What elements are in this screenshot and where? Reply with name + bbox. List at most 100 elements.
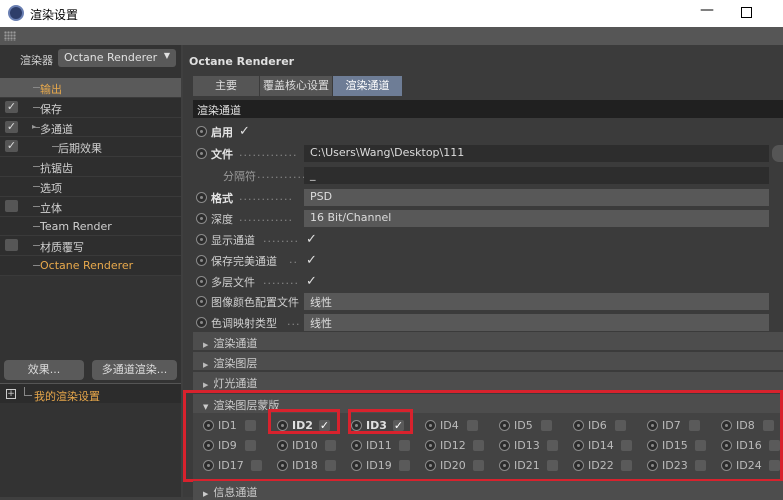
expand-icon[interactable]: ▸ — [32, 122, 36, 131]
file-row: 文件 ............. C:\Users\Wang\Desktop\1… — [193, 143, 783, 163]
group-render-layers[interactable]: ▶ 渲染图层 — [193, 352, 783, 371]
color-profile-select[interactable]: 线性 — [304, 293, 769, 310]
depth-select[interactable]: 16 Bit/Channel — [304, 210, 769, 227]
grip-dots-icon — [4, 31, 16, 41]
minimize-button[interactable]: — — [697, 2, 717, 22]
tree-item[interactable]: 材质覆写 — [0, 236, 181, 257]
toolbar-grip[interactable] — [0, 27, 783, 45]
animate-radio[interactable] — [196, 296, 207, 307]
chevron-down-icon: ▼ — [163, 51, 170, 60]
panel-title: Octane Renderer — [189, 55, 295, 68]
animate-radio[interactable] — [196, 148, 207, 159]
format-row: 格式 ............ PSD — [193, 187, 783, 207]
tree-item[interactable]: ✓ 后期效果 — [0, 137, 181, 158]
separator-row: 分隔符 ........... _ — [193, 165, 783, 185]
tree-item-label: 保存 — [40, 102, 62, 116]
multilayer-checkbox[interactable]: ✓ — [306, 274, 317, 289]
highlight-box-section — [183, 390, 783, 482]
tree-item-label: Octane Renderer — [40, 259, 134, 273]
tree-item[interactable]: 输出 — [0, 78, 181, 98]
tree-item[interactable]: ✓ 保存 — [0, 97, 181, 118]
highlight-box-id3 — [348, 409, 413, 434]
group-light-passes[interactable]: ▶ 灯光通道 — [193, 372, 783, 391]
save-beauty-dots: .. — [289, 253, 298, 266]
tree-item[interactable]: 选项 — [0, 176, 181, 197]
tree-item[interactable]: Team Render — [0, 216, 181, 237]
renderer-select[interactable]: Octane Renderer ▼ — [58, 49, 176, 67]
effects-button[interactable]: 效果... — [4, 360, 84, 380]
tonemap-row: 色调映射类型 ... 线性 — [193, 312, 783, 332]
tree-connector — [33, 265, 40, 267]
tree-connector — [33, 225, 40, 227]
tab-render-passes[interactable]: 渲染通道 — [333, 76, 403, 96]
group-info-passes[interactable]: ▶ 信息通道 — [193, 481, 783, 500]
format-select[interactable]: PSD — [304, 189, 769, 206]
tree-connector — [33, 185, 40, 187]
group-label: 灯光通道 — [213, 377, 258, 390]
tonemap-dots: ... — [287, 315, 301, 328]
right-panel: Octane Renderer 主要 覆盖核心设置 渲染通道 渲染通道 启用 ✓… — [183, 45, 783, 500]
file-label: 文件 — [211, 148, 233, 161]
save-beauty-row: 保存完美通道 .. ✓ — [193, 250, 783, 270]
tree-item-checkbox[interactable]: ✓ — [5, 100, 18, 113]
animate-radio[interactable] — [196, 213, 207, 224]
renderer-select-value: Octane Renderer — [64, 51, 158, 64]
tree-item[interactable]: 立体 — [0, 196, 181, 217]
animate-radio[interactable] — [196, 192, 207, 203]
preset-row[interactable]: + 我的渲染设置 — [0, 383, 181, 403]
tree-item[interactable]: Octane Renderer — [0, 256, 181, 276]
renderer-label: 渲染器 — [20, 54, 53, 67]
maximize-button[interactable] — [741, 7, 752, 18]
save-beauty-label: 保存完美通道 — [211, 255, 277, 268]
enable-label: 启用 — [211, 126, 233, 139]
show-pass-label: 显示通道 — [211, 234, 255, 247]
show-pass-row: 显示通道 ........ ✓ — [193, 229, 783, 249]
title-bar: 渲染设置 — — [0, 0, 783, 27]
tree-item-label: 输出 — [40, 83, 62, 96]
tree-item-checkbox[interactable]: ✓ — [5, 120, 18, 133]
tab-override-core[interactable]: 覆盖核心设置 — [260, 76, 333, 96]
tree-connector — [33, 106, 40, 108]
depth-label: 深度 — [211, 213, 233, 226]
tonemap-select[interactable]: 线性 — [304, 314, 769, 331]
preset-label: 我的渲染设置 — [34, 390, 100, 403]
tree-item-label: 后期效果 — [58, 142, 102, 156]
triangle-right-icon: ▶ — [203, 361, 209, 369]
animate-radio[interactable] — [196, 317, 207, 328]
color-profile-row: 图像颜色配置文件 线性 — [193, 291, 783, 311]
multipass-render-button[interactable]: 多通道渲染... — [92, 360, 177, 380]
animate-radio[interactable] — [196, 126, 207, 137]
file-path-field[interactable]: C:\Users\Wang\Desktop\111 — [304, 145, 769, 162]
animate-radio[interactable] — [196, 276, 207, 287]
enable-row: 启用 ✓ — [193, 121, 783, 141]
group-label: 渲染图层 — [213, 357, 258, 370]
triangle-right-icon: ▶ — [203, 341, 209, 349]
multilayer-label: 多层文件 — [211, 276, 255, 289]
enable-checkbox[interactable]: ✓ — [239, 124, 250, 139]
triangle-right-icon: ▶ — [203, 381, 209, 389]
tree-item[interactable]: ✓ ▸ 多通道 — [0, 117, 181, 138]
tab-main[interactable]: 主要 — [193, 76, 260, 96]
animate-radio[interactable] — [196, 234, 207, 245]
left-panel: 渲染器 Octane Renderer ▼ 输出 ✓ 保存 ✓ ▸ 多通道 ✓ 后期效果 抗锯齿… — [0, 45, 181, 497]
separator-field[interactable]: _ — [304, 167, 769, 184]
plus-icon[interactable]: + — [6, 389, 16, 399]
tree-item-label: 立体 — [40, 201, 62, 215]
format-label: 格式 — [211, 192, 233, 205]
file-dots: ............. — [239, 146, 298, 159]
multilayer-dots: ........ — [263, 274, 299, 287]
browse-button[interactable] — [772, 145, 783, 162]
tree-connector — [33, 205, 40, 207]
tree-item-checkbox[interactable] — [5, 239, 18, 252]
tree-item-checkbox[interactable]: ✓ — [5, 140, 18, 153]
tree-item[interactable]: 抗锯齿 — [0, 157, 181, 177]
tree-item-label: 材质覆写 — [40, 241, 84, 255]
section-header: 渲染通道 — [193, 100, 783, 118]
animate-radio[interactable] — [196, 255, 207, 266]
show-pass-checkbox[interactable]: ✓ — [306, 232, 317, 247]
save-beauty-checkbox[interactable]: ✓ — [306, 253, 317, 268]
tonemap-label: 色调映射类型 — [211, 317, 277, 330]
tree-item-checkbox[interactable] — [5, 199, 18, 212]
group-render-passes[interactable]: ▶ 渲染通道 — [193, 332, 783, 351]
tree-connector — [33, 166, 40, 168]
